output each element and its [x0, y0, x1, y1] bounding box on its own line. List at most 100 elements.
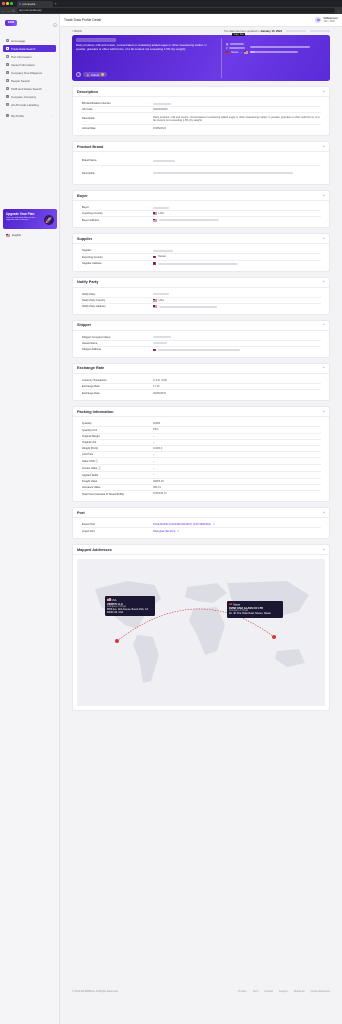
sidebar-item-label: People Search — [11, 78, 30, 83]
chevron-up-icon[interactable]: ⌃ — [322, 548, 325, 552]
close-window-button[interactable] — [2, 2, 5, 5]
hero-extra — [250, 46, 320, 53]
building-icon: ▤ — [6, 71, 9, 74]
card-header[interactable]: Shipper ⌃ — [73, 321, 329, 331]
chevron-up-icon[interactable]: ⌃ — [322, 280, 325, 284]
hero-tag — [76, 38, 116, 42]
import-port-link[interactable]: Shanghai (SE.Port) ↗ — [153, 530, 321, 533]
url-input[interactable]: app.eximpedia.app — [17, 8, 335, 13]
supplier-card: Supplier ⌃ Supplier Exporting Country Taiw… — [72, 233, 330, 272]
card-header[interactable]: Buyer ⌃ — [73, 191, 329, 202]
reload-icon[interactable]: ↻ — [12, 9, 15, 13]
row-label: Notify Party Country — [82, 298, 106, 302]
minimize-window-button[interactable] — [6, 2, 9, 5]
address-bar: ← → ↻ app.eximpedia.app ⋮ — [0, 7, 342, 14]
action-button-1[interactable] — [286, 29, 306, 33]
unlock-label: Unlock — [90, 72, 100, 77]
footer: © 2023 EXIMPEDIA. All Rights Reserved. P… — [72, 990, 330, 993]
back-link[interactable]: < BACK — [72, 29, 82, 33]
sub-bar: < BACK The data has been updated in Janu… — [60, 27, 342, 35]
row-value — [153, 262, 321, 265]
chevron-up-icon[interactable]: ⌃ — [322, 366, 325, 370]
sidebar-item-trade-data-search[interactable]: ⌕ Trade Data Search — [3, 45, 56, 52]
sidebar-item-vessel-information[interactable]: ⛴ Vessel Information — [3, 61, 56, 68]
browser-tab[interactable]: eximpedia — [16, 1, 53, 7]
port-card: Port ⌃ Export Port KAOHSIUNG (KAOHSIUNG BA… — [72, 507, 330, 540]
detail-row: Description Dairy produce; milk and cream… — [81, 113, 321, 126]
row-value — [153, 159, 321, 162]
card-header[interactable]: Mapped Addresses ⌃ — [73, 545, 329, 556]
sidebar-item-tariff-duties-search[interactable]: % Tariff and Duties Search — [3, 85, 56, 92]
card-title: Mapped Addresses — [77, 547, 112, 552]
sidebar-item-compare-company[interactable]: ⇄ Compare Company — [3, 93, 56, 100]
app-logo[interactable]: EXIM — [5, 18, 59, 27]
unlock-button[interactable]: 🔒 Unlock — [83, 72, 107, 77]
new-tab-icon[interactable]: + — [55, 1, 57, 6]
card-header[interactable]: Exchange Rate ⌃ — [73, 364, 329, 374]
browser-menu-icon[interactable]: ⋮ — [337, 9, 340, 13]
us-flag-icon — [244, 50, 249, 54]
card-header[interactable]: Notify Party ⌃ — [73, 278, 329, 288]
footer-link-resources[interactable]: Quote Resources — [311, 990, 330, 993]
ai-icon: ✦ — [6, 103, 9, 106]
chevron-up-icon[interactable]: ⌃ — [322, 90, 325, 94]
footer-link-contact[interactable]: Contact — [264, 990, 273, 993]
supplier-map-popup[interactable]: Taiwan FMSR HSIA GLASS CO LTD Company of… — [227, 601, 283, 618]
world-map[interactable]: USA VERITIV LLC Company of Origin 5950 A… — [77, 559, 325, 707]
action-button-2[interactable] — [310, 29, 330, 33]
chevron-up-icon[interactable]: ⌃ — [322, 323, 325, 327]
sidebar-item-ai-hs-code-labelling[interactable]: ✦ AI HS Code Labelling — [3, 101, 56, 108]
card-header[interactable]: Port ⌃ — [73, 508, 329, 519]
language-selector[interactable]: English — [6, 233, 21, 237]
forward-arrow-icon[interactable]: → — [7, 9, 11, 13]
buyer-map-popup[interactable]: USA VERITIV LLC Company of Origin 5950 A… — [105, 596, 155, 617]
footer-link-term[interactable]: Term — [253, 990, 259, 993]
detail-row: Invoice Value ⓘ – — [81, 465, 321, 473]
taiwan-flag-icon — [153, 348, 157, 351]
row-value: Taiwan — [153, 255, 321, 258]
sidebar-item-port-information[interactable]: ⚓ Port Information — [3, 53, 56, 60]
chevron-up-icon[interactable]: ⌃ — [322, 237, 325, 241]
back-arrow-icon[interactable]: ← — [2, 9, 6, 13]
sidebar-item-homepage[interactable]: ⌂ Homepage — [3, 37, 56, 44]
sidebar-item-company-due-diligence[interactable]: ▤ Company Due Diligence — [3, 69, 56, 76]
origin-country: Taiwan — [230, 50, 239, 54]
collapse-sidebar-icon[interactable]: ‹ — [53, 23, 57, 27]
row-label: Bill Identification Number — [82, 102, 111, 105]
external-link-icon: ↗ — [212, 523, 215, 527]
row-value — [153, 342, 321, 345]
card-title: Supplier — [77, 236, 93, 241]
export-port-link[interactable]: KAOHSIUNG (KAOHSIUNG BAY) (KAOTERUNG) ↗ — [153, 523, 321, 526]
rocket-icon: 🚀 — [44, 215, 54, 225]
chevron-up-icon[interactable]: ⌃ — [322, 511, 325, 515]
row-label: Buyer — [82, 206, 89, 210]
user-menu[interactable]: W Williamson 400 / 1000 — [315, 16, 338, 23]
sidebar-item-my-profile[interactable]: ◉ My Profile ⌄ — [3, 112, 56, 119]
upgrade-plan-card[interactable]: Upgrade Your Plan Gain an unlimited data… — [3, 209, 57, 229]
row-label: Shipper Address — [82, 348, 102, 352]
row-value — [153, 348, 321, 351]
description-card: Description ⌃ Bill Identification Number … — [72, 86, 330, 137]
sidebar-item-people-search[interactable]: ☺ People Search — [3, 77, 56, 84]
footer-link-support[interactable]: Support — [279, 990, 288, 993]
chevron-up-icon[interactable]: ⌃ — [322, 194, 325, 198]
card-header[interactable]: Description ⌃ — [73, 87, 329, 97]
card-header[interactable]: Supplier ⌃ — [73, 234, 329, 245]
search-icon: ⌕ — [6, 47, 9, 50]
row-label: Freight Value — [82, 479, 98, 483]
detail-row: Buyer Address — [81, 217, 321, 223]
maximize-window-button[interactable] — [10, 2, 13, 5]
sidebar-item-label: Vessel Information — [11, 62, 35, 67]
chevron-up-icon[interactable]: ⌃ — [322, 145, 325, 149]
footer-link-privacy[interactable]: Privacy — [239, 990, 247, 993]
external-link-icon: ↗ — [176, 529, 180, 533]
row-value — [153, 172, 321, 175]
buyer-address: 5950 Ave. 11th Avenue, Buena Park, CA 90… — [107, 608, 148, 614]
chevron-up-icon[interactable]: ⌃ — [322, 410, 325, 414]
card-header[interactable]: Product Brand ⌃ — [73, 142, 329, 153]
footer-link-roadmap[interactable]: Roadmap — [294, 990, 305, 993]
share-icon[interactable]: ⤴ — [76, 72, 81, 77]
card-header[interactable]: Packing Information ⌃ — [73, 407, 329, 418]
row-label: Export Port — [82, 523, 95, 527]
us-flag-icon — [153, 305, 157, 309]
